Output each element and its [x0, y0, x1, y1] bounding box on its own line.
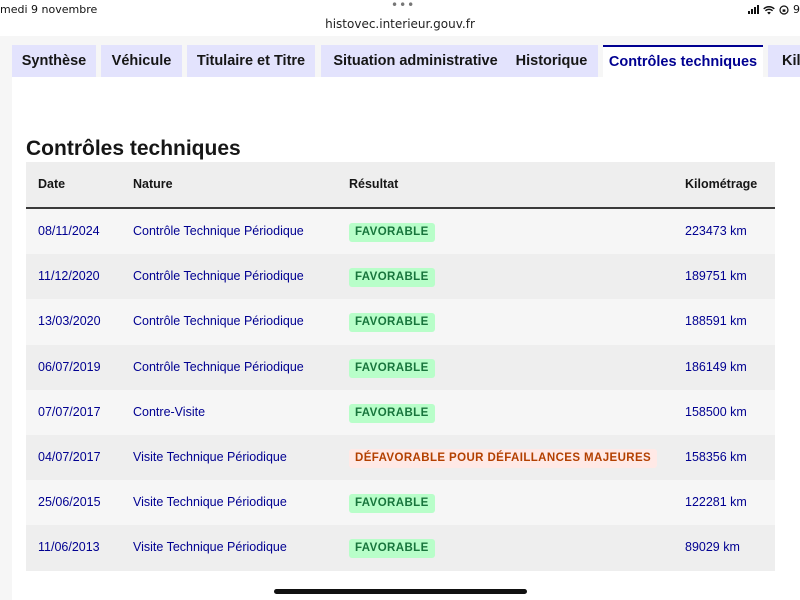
result-badge: FAVORABLE	[349, 494, 435, 514]
row-km: 186149 km	[685, 359, 747, 374]
table-header: Date Nature Résultat Kilométrage	[26, 162, 775, 209]
table-row: 06/07/2019 Contrôle Technique Périodique…	[26, 344, 775, 390]
tab-controles-techniques[interactable]: Contrôles techniques	[603, 45, 763, 78]
result-badge: FAVORABLE	[349, 223, 435, 242]
result-badge: FAVORABLE	[349, 403, 435, 423]
row-nature: Contrôle Technique Périodique	[133, 269, 304, 284]
row-date: 11/12/2020	[38, 269, 100, 284]
controles-table: Date Nature Résultat Kilométrage 08/11/2…	[26, 162, 775, 571]
row-nature: Contrôle Technique Périodique	[133, 224, 304, 238]
row-nature: Visite Technique Périodique	[133, 495, 287, 510]
row-km: 188591 km	[685, 314, 747, 329]
result-badge: FAVORABLE	[349, 313, 435, 333]
row-date: 07/07/2017	[38, 404, 101, 419]
multitasking-dots-icon[interactable]: •••	[391, 0, 415, 12]
table-row: 11/12/2020 Contrôle Technique Périodique…	[26, 254, 775, 300]
row-date: 13/03/2020	[38, 314, 101, 329]
table-row: 25/06/2015 Visite Technique Périodique F…	[26, 480, 775, 526]
result-badge: DÉFAVORABLE POUR DÉFAILLANCES MAJEURES	[349, 448, 658, 468]
row-nature: Visite Technique Périodique	[133, 540, 287, 555]
status-date: medi 9 novembre	[0, 3, 98, 16]
row-km: 122281 km	[685, 495, 747, 510]
table-row: 04/07/2017 Visite Technique Périodique D…	[26, 434, 775, 481]
tab-situation-administrative[interactable]: Situation administrative	[321, 45, 510, 77]
row-nature: Contre-Visite	[133, 404, 206, 419]
orientation-lock-icon	[779, 4, 789, 15]
header-result: Résultat	[349, 177, 399, 191]
header-km: Kilométrage	[685, 177, 758, 191]
result-badge: FAVORABLE	[349, 358, 435, 378]
header-date: Date	[38, 177, 66, 191]
row-km: 158500 km	[685, 404, 747, 419]
table-row: 07/07/2017 Contre-Visite FAVORABLE 15850…	[26, 389, 775, 435]
home-indicator[interactable]	[274, 589, 527, 594]
table-row: 08/11/2024 Contrôle Technique Périodique…	[26, 209, 775, 255]
table-row: 13/03/2020 Contrôle Technique Périodique…	[26, 299, 775, 345]
section-title: Contrôles techniques	[26, 137, 241, 160]
row-date: 25/06/2015	[38, 495, 101, 510]
header-nature: Nature	[133, 177, 173, 191]
row-nature: Visite Technique Périodique	[133, 449, 287, 464]
table-row: 11/06/2013 Visite Technique Périodique F…	[26, 525, 775, 571]
row-nature: Contrôle Technique Périodique	[133, 359, 304, 374]
status-bar: medi 9 novembre ••• 9	[0, 0, 800, 18]
url-bar[interactable]: histovec.interieur.gouv.fr	[0, 17, 800, 31]
tab-kilometrage[interactable]: Kil	[768, 45, 800, 77]
result-badge: FAVORABLE	[349, 539, 435, 559]
result-badge: FAVORABLE	[349, 268, 435, 288]
row-date: 11/06/2013	[38, 540, 100, 555]
wifi-icon	[763, 5, 775, 14]
row-km: 89029 km	[685, 540, 740, 555]
row-nature: Contrôle Technique Périodique	[133, 314, 304, 329]
tab-titulaire-et-titre[interactable]: Titulaire et Titre	[187, 45, 315, 77]
row-km: 189751 km	[685, 269, 747, 284]
row-date: 06/07/2019	[38, 359, 101, 374]
battery-percent: 9	[793, 3, 800, 16]
status-icons: 9	[748, 3, 800, 16]
row-date: 08/11/2024	[38, 224, 100, 238]
signal-icon	[748, 5, 759, 14]
row-date: 04/07/2017	[38, 449, 101, 464]
row-km: 158356 km	[685, 449, 747, 464]
row-km: 223473 km	[685, 224, 747, 238]
tab-synthese[interactable]: Synthèse	[12, 45, 96, 77]
tab-vehicule[interactable]: Véhicule	[101, 45, 182, 77]
tab-historique[interactable]: Historique	[505, 45, 598, 77]
